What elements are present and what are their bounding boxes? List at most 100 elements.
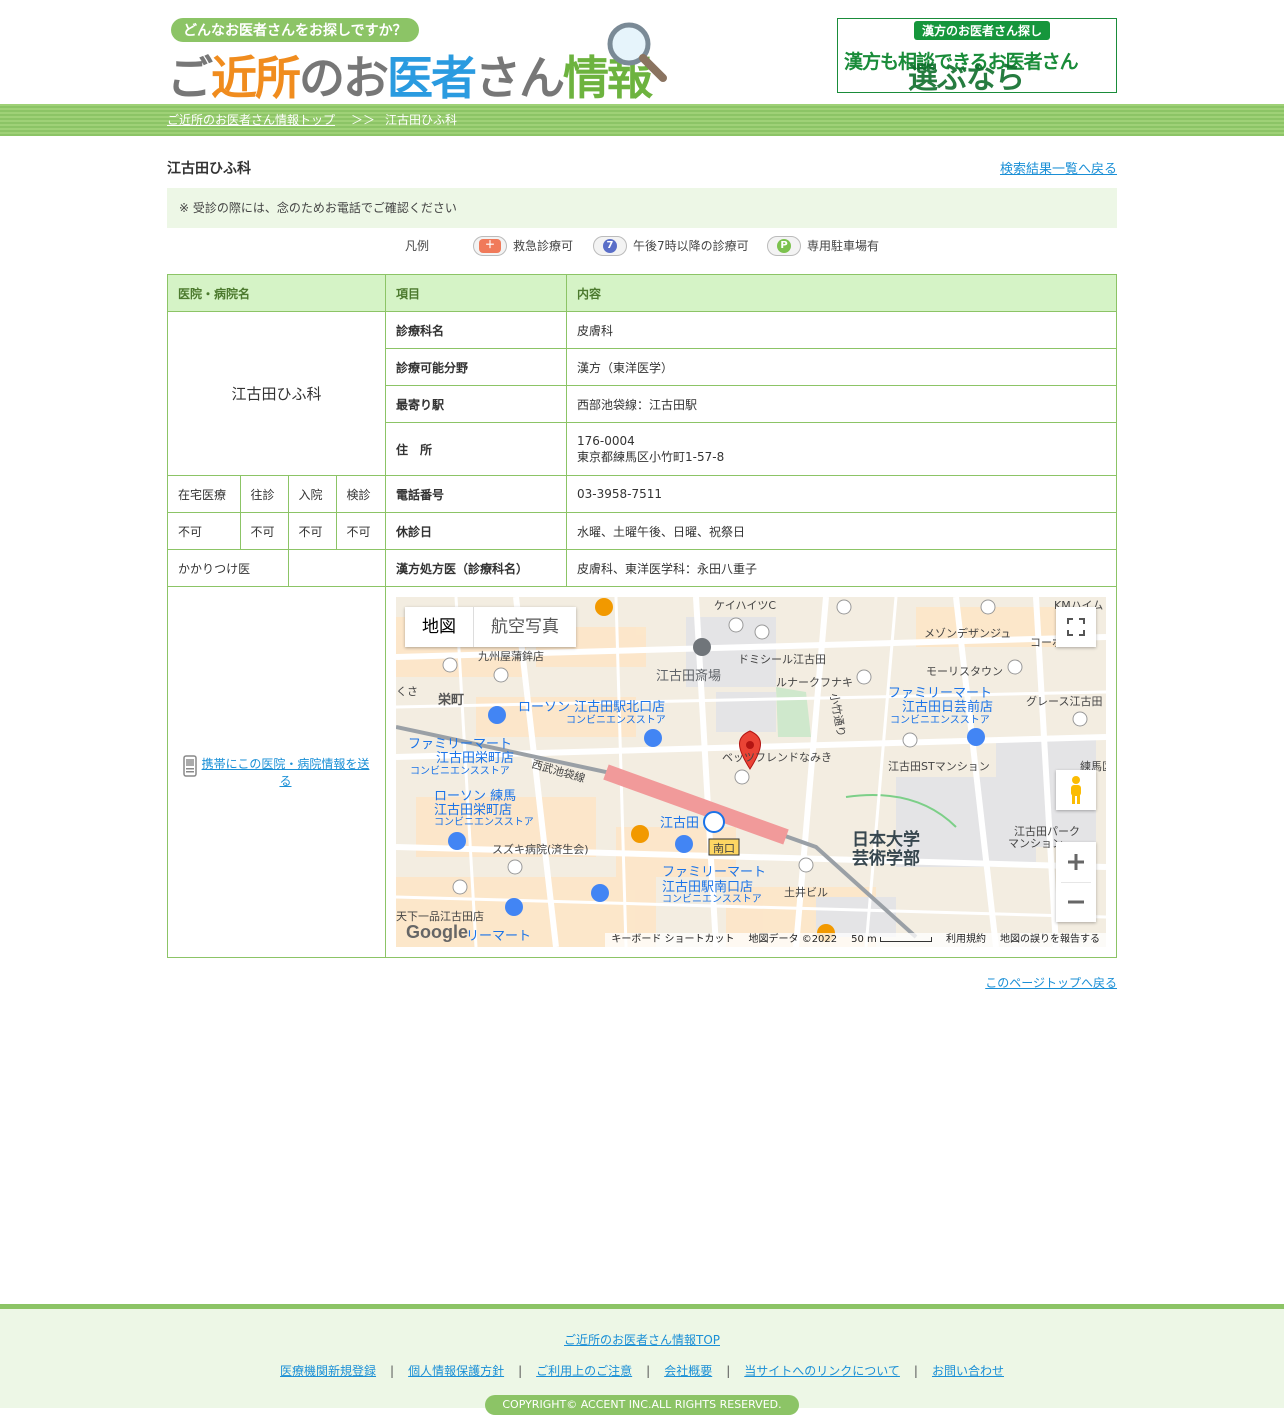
table-header-row: 医院・病院名 項目 内容 bbox=[167, 274, 1117, 312]
row-value: 03-3958-7511 bbox=[566, 475, 1117, 513]
footer-top-link[interactable]: ご近所のお医者さん情報TOP bbox=[564, 1333, 720, 1347]
map-label: マンション bbox=[1008, 837, 1063, 850]
breadcrumb-separator: ＞＞ bbox=[351, 113, 376, 127]
map-label: くさ bbox=[396, 685, 418, 698]
breadcrumb-home-link[interactable]: ご近所のお医者さん情報トップ bbox=[167, 113, 335, 127]
zoom-in-button[interactable] bbox=[1067, 842, 1085, 882]
service-label: 検診 bbox=[346, 487, 371, 502]
service-value: 不可 bbox=[240, 513, 289, 549]
report-error-link[interactable]: 地図の誤りを報告する bbox=[1000, 933, 1100, 947]
legend-label: 凡例 bbox=[405, 239, 430, 253]
site-logo[interactable]: どんなお医者さんをお探しですか？ ご近所のお医者さん情報 bbox=[167, 16, 687, 105]
ambulance-icon: ＋ bbox=[473, 236, 507, 256]
map-label: リーマート bbox=[466, 929, 532, 944]
row-value: 皮膚科 bbox=[566, 311, 1117, 349]
banner-line2: 選ぶなら bbox=[908, 61, 1025, 96]
page-title: 江古田ひふ科 bbox=[167, 161, 251, 177]
minus-icon bbox=[1068, 900, 1084, 904]
postal-code: 176-0004 bbox=[577, 433, 635, 448]
row-value: 皮膚科、東洋医学科：永田八重子 bbox=[566, 549, 1117, 587]
footer-link-contact[interactable]: お問い合わせ bbox=[932, 1364, 1004, 1378]
map-label: コンビニエンスストア bbox=[434, 817, 534, 828]
zoom-out-button[interactable] bbox=[1061, 881, 1091, 923]
logo-tagline: どんなお医者さんをお探しですか？ bbox=[171, 18, 419, 42]
row-key: 電話番号 bbox=[385, 475, 567, 513]
legend-item-label: 午後7時以降の診療可 bbox=[633, 239, 749, 253]
service-value: 不可 bbox=[288, 513, 337, 549]
legend: 凡例 ＋ 救急診療可 7 午後7時以降の診療可 P 専用駐車場有 bbox=[167, 228, 1117, 264]
row-key: 最寄り駅 bbox=[385, 385, 567, 423]
map-label: 栄町 bbox=[438, 693, 465, 708]
map-label: コンビニエンスストア bbox=[662, 894, 762, 905]
parking-icon: P bbox=[767, 236, 801, 256]
row-value: 西部池袋線：江古田駅 bbox=[566, 385, 1117, 423]
map-cell: ケイハイツC KMハイム メゾンデザンジュ コーポ 九州屋蒲鉾店 ドミシール江古… bbox=[385, 586, 1117, 958]
plus-icon bbox=[1068, 853, 1084, 870]
map-label: コンビニエンスストア bbox=[410, 766, 510, 777]
google-logo: Google bbox=[406, 922, 468, 942]
map-label: 土井ビル bbox=[784, 886, 828, 899]
google-map[interactable]: ケイハイツC KMハイム メゾンデザンジュ コーポ 九州屋蒲鉾店 ドミシール江古… bbox=[396, 597, 1106, 947]
main-content: 江古田ひふ科 検索結果一覧へ戻る ※ 受診の際には、念のためお電話でご確認くださ… bbox=[167, 136, 1117, 991]
row-key: 漢方処方医（診療科名） bbox=[385, 549, 567, 587]
footer-top-wrap: ご近所のお医者さん情報TOP bbox=[0, 1331, 1284, 1348]
map-label: 南口 bbox=[713, 842, 735, 855]
tab-satellite[interactable]: 航空写真 bbox=[473, 607, 576, 647]
footer-link-register[interactable]: 医療機関新規登録 bbox=[280, 1364, 376, 1378]
fullscreen-icon bbox=[1067, 618, 1085, 636]
map-type-tabs: 地図 航空写真 bbox=[405, 607, 576, 647]
map-label: 芸術学部 bbox=[852, 849, 920, 869]
footer-separator: | bbox=[913, 1364, 918, 1378]
services-header-cell: 在宅医療 往診 入院 検診 bbox=[167, 475, 386, 513]
map-label: コンビニエンスストア bbox=[566, 715, 666, 726]
services-labels: 在宅医療 往診 入院 検診 bbox=[168, 476, 385, 512]
header-hospital-name: 医院・病院名 bbox=[167, 274, 386, 312]
fullscreen-button[interactable] bbox=[1056, 607, 1096, 647]
row-key: 診療科名 bbox=[385, 311, 567, 349]
map-label: コンビニエンスストア bbox=[890, 715, 990, 726]
service-value: 不可 bbox=[168, 513, 241, 549]
map-label: メゾンデザンジュ bbox=[924, 627, 1012, 640]
header-item: 項目 bbox=[385, 274, 567, 312]
map-label: 九州屋蒲鉾店 bbox=[478, 650, 544, 663]
footer-separator: | bbox=[726, 1364, 731, 1378]
pegman-icon bbox=[1071, 776, 1081, 804]
footer-link-privacy[interactable]: 個人情報保護方針 bbox=[408, 1364, 504, 1378]
map-label: ベッツフレンドなみき bbox=[722, 751, 832, 764]
send-to-mobile-link[interactable]: 携帯にこの医院・病院情報を送る bbox=[201, 755, 371, 789]
page-header: 江古田ひふ科 検索結果一覧へ戻る bbox=[167, 154, 1117, 180]
legend-item-label: 救急診療可 bbox=[513, 239, 574, 253]
service-label: 入院 bbox=[288, 476, 337, 512]
back-to-results-link[interactable]: 検索結果一覧へ戻る bbox=[1000, 158, 1117, 177]
legend-item-label: 専用駐車場有 bbox=[807, 239, 880, 253]
kampo-banner[interactable]: 漢方のお医者さん探し 漢方も相談できるお医者さん 選ぶなら bbox=[837, 18, 1117, 96]
table-row: 江古田ひふ科 診療科名 皮膚科 bbox=[167, 311, 1117, 476]
page-top-wrap: このページトップへ戻る bbox=[167, 974, 1117, 991]
row-value: 漢方（東洋医学） bbox=[566, 348, 1117, 386]
mobile-send: 携帯にこの医院・病院情報を送る bbox=[178, 755, 375, 789]
banner-top-label: 漢方のお医者さん探し bbox=[914, 21, 1051, 40]
notice-box: ※ 受診の際には、念のためお電話でご確認ください bbox=[167, 188, 1117, 228]
logo-title-part: 近所 bbox=[211, 51, 301, 105]
site-footer: ご近所のお医者さん情報TOP 医療機関新規登録 | 個人情報保護方針 | ご利用上のご注… bbox=[0, 1304, 1284, 1415]
legend-item-after7: 7 午後7時以降の診療可 bbox=[593, 228, 749, 264]
tab-map[interactable]: 地図 bbox=[405, 607, 473, 647]
logo-title-part: 医者 bbox=[387, 51, 477, 105]
footer-link-linking[interactable]: 当サイトへのリンクについて bbox=[744, 1364, 900, 1378]
map-label: 江古田STマンション bbox=[888, 760, 990, 773]
map-label: スズキ病院(済生会) bbox=[492, 843, 589, 856]
footer-separator: | bbox=[646, 1364, 651, 1378]
kakaritsuke-value bbox=[288, 550, 385, 586]
row-value: 水曜、土曜午後、日曜、祝祭日 bbox=[566, 512, 1117, 550]
page-top-link[interactable]: このページトップへ戻る bbox=[985, 976, 1117, 990]
kakaritsuke-table: かかりつけ医 bbox=[168, 550, 385, 586]
keyboard-shortcuts-link[interactable]: キーボード ショートカット bbox=[611, 933, 734, 947]
map-data-credit: 地図データ ©2022 bbox=[748, 934, 838, 945]
terms-link[interactable]: 利用規約 bbox=[946, 933, 986, 947]
footer-link-company[interactable]: 会社概要 bbox=[664, 1364, 712, 1378]
row-key: 診療可能分野 bbox=[385, 348, 567, 386]
breadcrumb: ご近所のお医者さん情報トップ ＞＞ 江古田ひふ科 bbox=[167, 104, 1117, 136]
footer-link-notes[interactable]: ご利用上のご注意 bbox=[536, 1364, 632, 1378]
table-row: 不可 不可 不可 不可 休診日 水曜、土曜午後、日曜、祝祭日 bbox=[167, 512, 1117, 550]
street-view-pegman[interactable] bbox=[1056, 770, 1096, 810]
